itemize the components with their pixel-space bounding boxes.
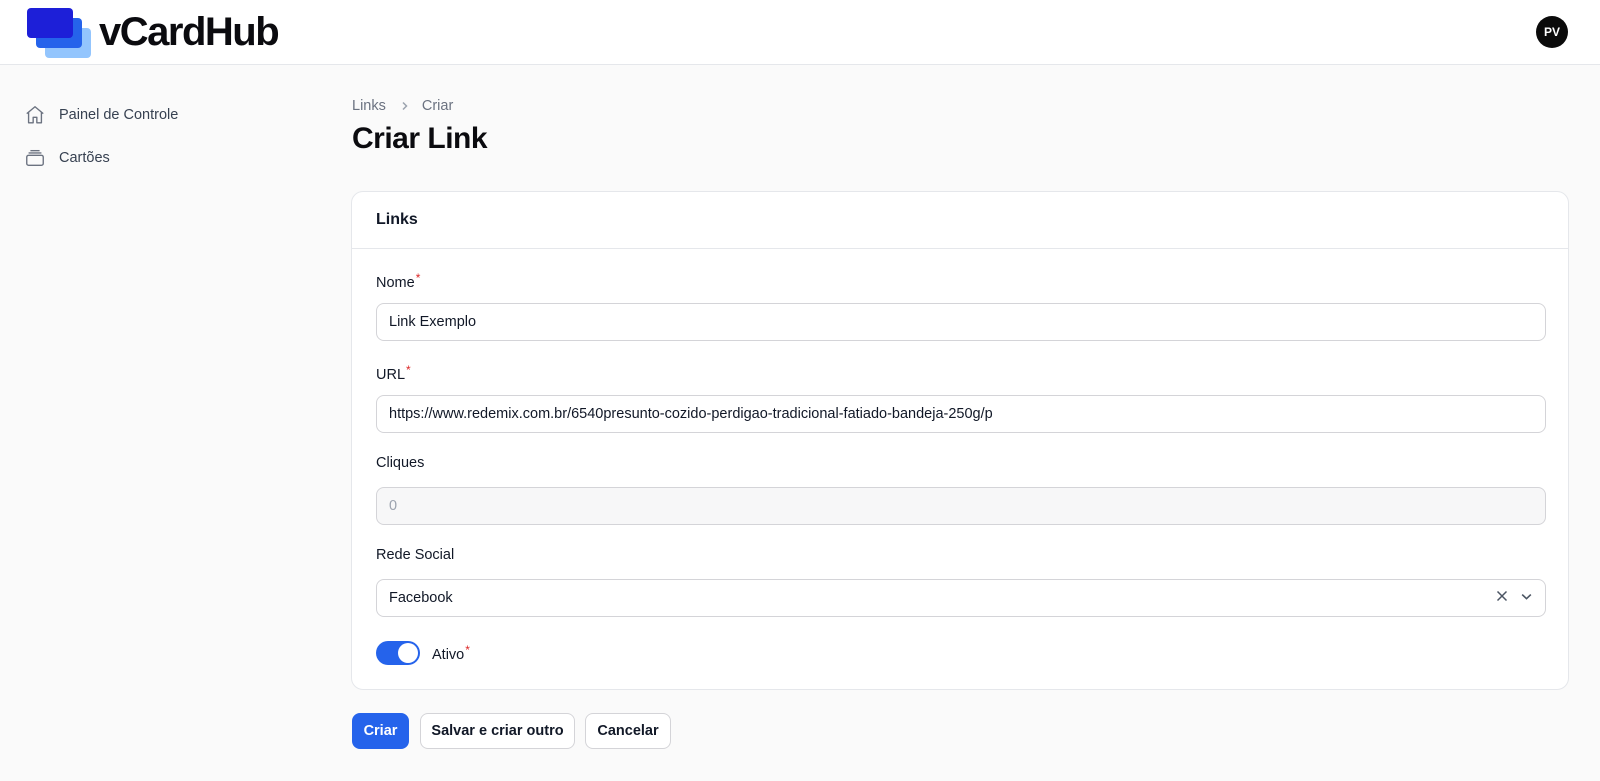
save-and-create-another-button[interactable]: Salvar e criar outro <box>420 713 575 749</box>
social-network-select[interactable]: Facebook <box>376 579 1546 617</box>
clear-icon[interactable] <box>1496 590 1508 606</box>
page-title: Criar Link <box>352 122 488 155</box>
breadcrumb-current: Criar <box>421 98 454 114</box>
social-network-label: Rede Social <box>376 547 455 563</box>
app-logo[interactable]: vCardHub <box>27 6 280 58</box>
logo-text: vCardHub <box>99 10 280 54</box>
required-mark: * <box>406 363 411 377</box>
sidebar-item-label: Cartões <box>59 150 110 166</box>
sidebar-item-cards[interactable]: Cartões <box>24 146 110 170</box>
name-input-value: Link Exemplo <box>389 314 477 330</box>
active-toggle[interactable] <box>376 641 420 665</box>
form-card: Links Nome* Link Exemplo URL* https://ww… <box>351 191 1569 690</box>
sidebar-item-label: Painel de Controle <box>59 107 179 123</box>
active-label: Ativo* <box>432 643 470 663</box>
breadcrumb-link-links[interactable]: Links <box>352 98 386 114</box>
chevron-right-icon <box>400 101 410 111</box>
required-mark: * <box>465 643 470 657</box>
cancel-button[interactable]: Cancelar <box>585 713 671 749</box>
create-button[interactable]: Criar <box>352 713 409 749</box>
breadcrumb: Links Criar <box>352 96 453 116</box>
clicks-input: 0 <box>376 487 1546 525</box>
cards-icon <box>24 147 46 169</box>
name-input[interactable]: Link Exemplo <box>376 303 1546 341</box>
home-icon <box>24 104 46 126</box>
required-mark: * <box>415 271 421 285</box>
url-input[interactable]: https://www.redemix.com.br/6540presunto-… <box>376 395 1546 433</box>
url-input-value: https://www.redemix.com.br/6540presunto-… <box>389 406 993 422</box>
name-label: Nome* <box>376 271 421 291</box>
clicks-input-value: 0 <box>389 498 398 514</box>
user-avatar[interactable]: PV <box>1536 16 1568 48</box>
url-label: URL* <box>376 363 411 383</box>
sidebar-item-dashboard[interactable]: Painel de Controle <box>24 103 178 127</box>
section-title: Links <box>352 192 1568 249</box>
clicks-label: Cliques <box>376 455 425 471</box>
logo-icon <box>27 6 93 58</box>
social-network-value: Facebook <box>389 590 453 606</box>
toggle-knob <box>398 643 418 663</box>
top-bar: vCardHub PV <box>0 0 1600 65</box>
chevron-down-icon[interactable] <box>1520 590 1533 607</box>
